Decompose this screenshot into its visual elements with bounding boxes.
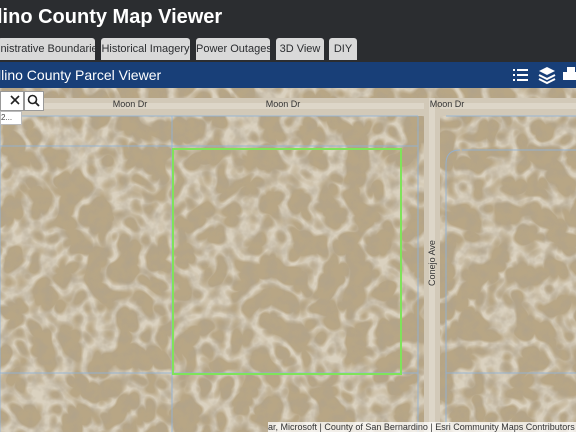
map-attribution: ar, Microsoft | County of San Bernardino… — [268, 422, 576, 432]
search-suggestion[interactable]: 2... — [0, 111, 22, 125]
search-icon — [27, 94, 40, 107]
road-label: Conejo Ave — [427, 240, 437, 286]
app-title: lino County Map Viewer — [0, 6, 223, 28]
search-button[interactable] — [24, 91, 44, 111]
search-input[interactable] — [0, 91, 24, 111]
list-icon[interactable] — [511, 65, 531, 85]
clear-icon[interactable] — [1, 92, 23, 110]
viewer-bar: llino County Parcel Viewer — [0, 62, 576, 88]
tab-3d-view[interactable]: 3D View — [276, 38, 324, 60]
app-header: lino County Map Viewer inistrative Bound… — [0, 0, 576, 62]
road-label: Moon Dr — [430, 99, 465, 109]
tab-diy[interactable]: DIY — [329, 38, 357, 60]
tab-power-outages[interactable]: Power Outages — [196, 38, 270, 60]
road-label: Moon Dr — [113, 99, 148, 109]
map-canvas[interactable]: Moon Dr Moon Dr Moon Dr Conejo Ave — [0, 88, 576, 432]
layers-icon[interactable] — [537, 65, 557, 85]
tab-historical-imagery[interactable]: Historical Imagery — [101, 38, 190, 60]
road-label: Moon Dr — [266, 99, 301, 109]
print-icon[interactable] — [562, 65, 576, 85]
tab-administrative-boundaries[interactable]: inistrative Boundaries — [0, 38, 95, 60]
viewer-title: llino County Parcel Viewer — [0, 67, 162, 83]
